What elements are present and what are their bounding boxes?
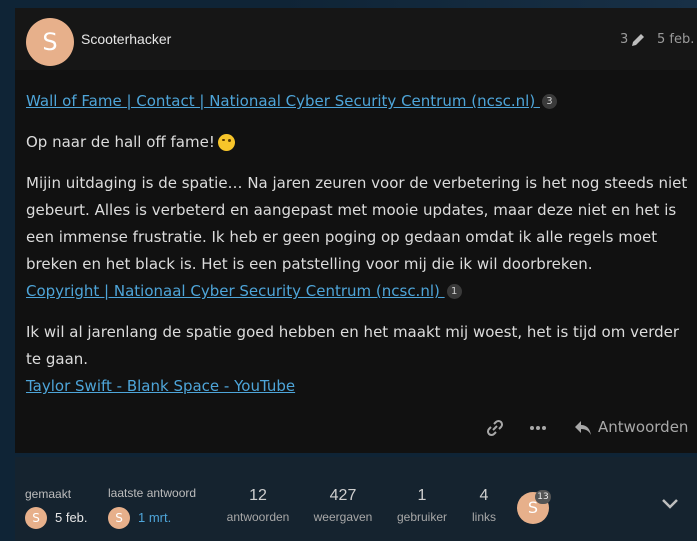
views-count: 427 xyxy=(329,487,357,504)
created-date[interactable]: 5 feb. xyxy=(55,510,88,525)
post-paragraph-2: Ik wil al jarenlang de spatie goed hebbe… xyxy=(26,323,680,368)
replies-count: 12 xyxy=(249,487,267,504)
links-count: 4 xyxy=(479,487,489,504)
post-date[interactable]: 5 feb. xyxy=(657,32,694,47)
pencil-icon[interactable] xyxy=(630,32,646,48)
link-wall-of-fame[interactable]: Wall of Fame | Contact | Nationaal Cyber… xyxy=(26,92,540,110)
winking-face-icon xyxy=(217,134,235,151)
link-click-count: 1 xyxy=(446,284,462,299)
edit-count[interactable]: 3 xyxy=(620,32,628,47)
post-text-line: Op naar de hall off fame! xyxy=(26,133,215,151)
post: S Scooterhacker 3 5 feb. Wall of Fame | … xyxy=(15,8,697,453)
link-copyright[interactable]: Copyright | Nationaal Cyber Security Cen… xyxy=(26,282,445,300)
replies-label: antwoorden xyxy=(226,510,290,524)
link-youtube[interactable]: Taylor Swift - Blank Space - YouTube xyxy=(26,377,295,395)
avatar[interactable]: S xyxy=(26,18,74,66)
post-paragraph: Mijin uitdaging is de spatie… Na jaren z… xyxy=(26,174,688,273)
post-body: Wall of Fame | Contact | Nationaal Cyber… xyxy=(26,88,696,414)
created-label: gemaakt xyxy=(25,487,72,501)
last-reply-label: laatste antwoord xyxy=(108,486,197,500)
reply-button[interactable]: Antwoorden xyxy=(598,418,688,436)
link-click-count: 3 xyxy=(541,94,557,109)
created-avatar[interactable]: S xyxy=(25,507,47,529)
links-label: links xyxy=(471,510,496,524)
views-label: weergaven xyxy=(313,510,373,524)
link-icon[interactable] xyxy=(485,418,505,438)
topic-map: gemaakt S 5 feb. laatste antwoord S 1 mr… xyxy=(15,457,697,541)
chevron-down-icon[interactable] xyxy=(660,497,680,511)
reply-arrow-icon[interactable] xyxy=(573,418,593,438)
username[interactable]: Scooterhacker xyxy=(81,31,171,47)
users-count: 1 xyxy=(417,487,427,504)
post-header: S Scooterhacker 3 5 feb. xyxy=(15,8,697,70)
participant-post-count: 13 xyxy=(535,490,551,504)
last-reply-avatar[interactable]: S xyxy=(108,507,130,529)
post-actions: Antwoorden xyxy=(15,408,697,448)
users-label: gebruiker xyxy=(396,510,448,524)
ellipsis-icon[interactable] xyxy=(528,418,548,438)
last-reply-date[interactable]: 1 mrt. xyxy=(138,510,171,525)
